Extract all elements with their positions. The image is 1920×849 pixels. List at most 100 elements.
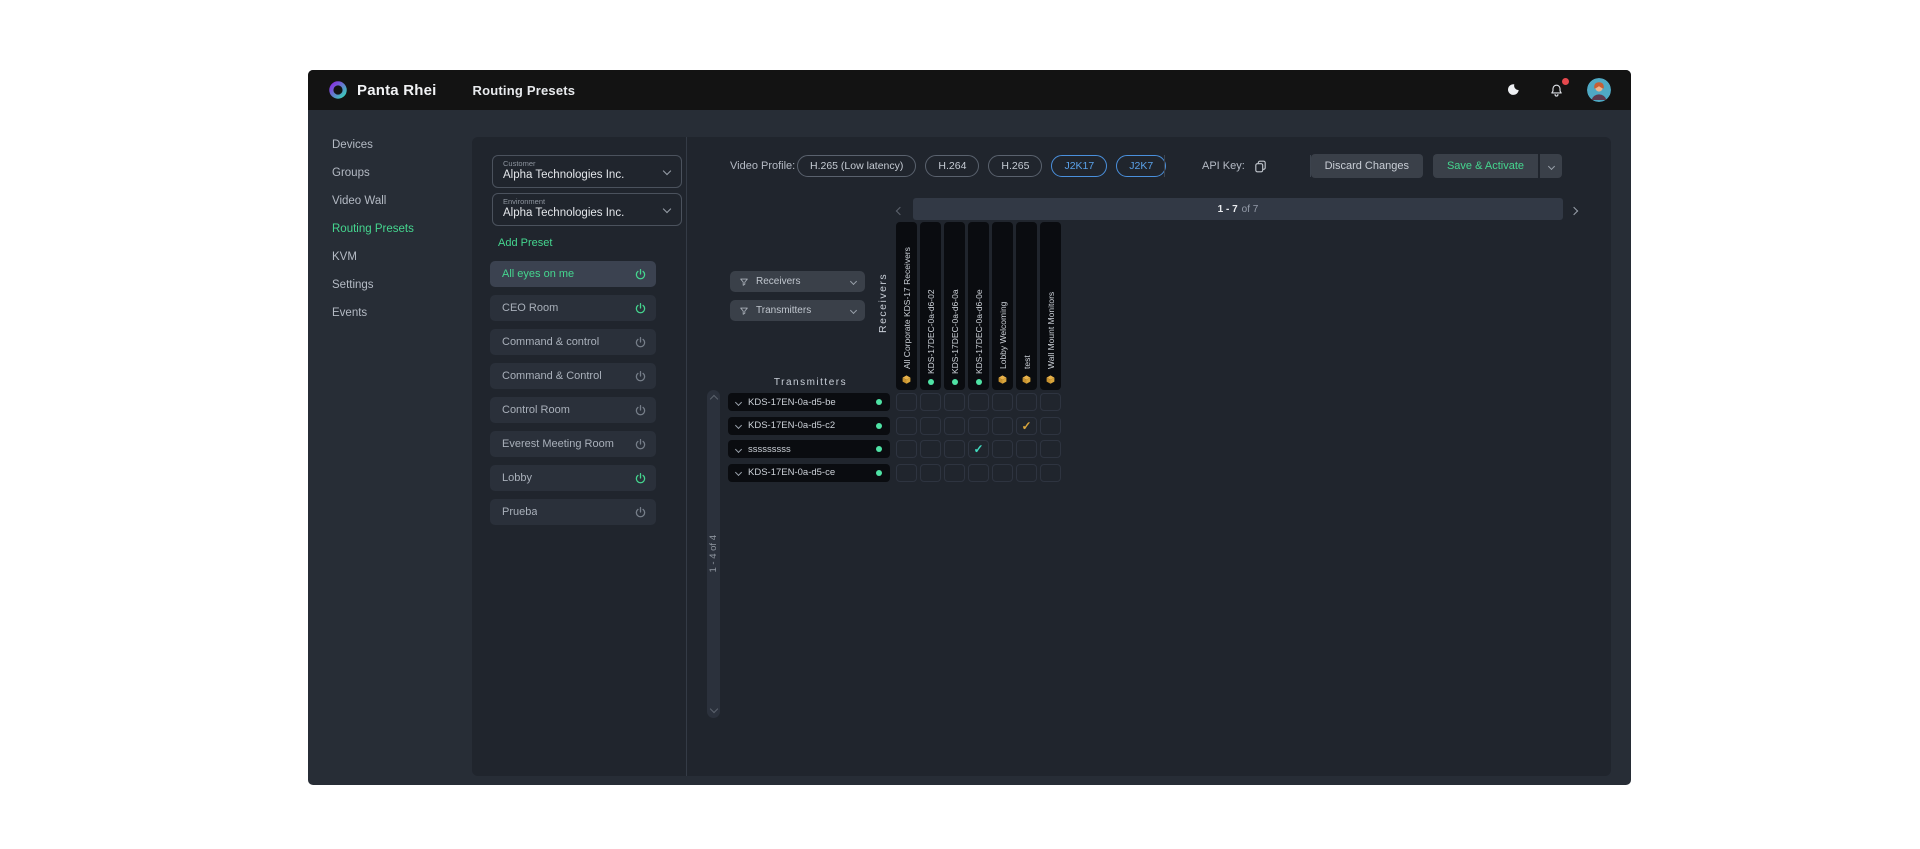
receiver-column-header[interactable]: Wall Mount Monitors <box>1040 222 1061 390</box>
transmitter-item[interactable]: KDS-17EN-0a-d5-ce <box>728 464 890 482</box>
matrix-cell[interactable] <box>1040 393 1061 411</box>
save-options-button[interactable] <box>1540 154 1562 178</box>
avatar-image <box>1587 78 1611 102</box>
preset-power-toggle[interactable] <box>634 438 647 451</box>
preset-label: CEO Room <box>502 302 558 314</box>
matrix-cell[interactable] <box>968 393 989 411</box>
matrix-cell[interactable] <box>1040 417 1061 435</box>
video-profile-chip[interactable]: H.265 <box>988 155 1042 177</box>
receiver-column-header[interactable]: All Corporate KDS-17 Receivers <box>896 222 917 390</box>
receiver-name: KDS-17DEC-0a-d6-02 <box>926 228 936 374</box>
matrix-cell[interactable] <box>944 440 965 458</box>
receiver-column-header[interactable]: Lobby Welcoming <box>992 222 1013 390</box>
preset-item[interactable]: Command & control <box>490 329 656 355</box>
receiver-column-header[interactable]: test <box>1016 222 1037 390</box>
receiver-name: KDS-17DEC-0a-d6-0a <box>950 228 960 374</box>
matrix-cell[interactable]: ✓ <box>968 440 989 458</box>
video-profile-chip[interactable]: J2K7 <box>1116 155 1166 177</box>
matrix-cell[interactable] <box>1016 464 1037 482</box>
matrix-cell[interactable] <box>920 440 941 458</box>
matrix-cell[interactable] <box>920 393 941 411</box>
matrix-cell[interactable] <box>896 440 917 458</box>
sidebar-item[interactable]: Events <box>308 299 472 327</box>
notifications-button[interactable] <box>1544 78 1568 102</box>
sidebar-item[interactable]: Video Wall <box>308 187 472 215</box>
titlebar: Panta Rhei Routing Presets <box>308 70 1631 110</box>
copy-api-key-button[interactable] <box>1253 159 1268 174</box>
add-preset-link[interactable]: Add Preset <box>498 237 552 249</box>
dark-mode-toggle[interactable] <box>1501 78 1525 102</box>
sidebar-item[interactable]: Groups <box>308 159 472 187</box>
panta-rhei-logo-icon <box>328 80 348 100</box>
sidebar-item[interactable]: Devices <box>308 131 472 159</box>
receiver-column-header[interactable]: KDS-17DEC-0a-d6-02 <box>920 222 941 390</box>
preset-label: Prueba <box>502 506 537 518</box>
matrix-cell[interactable] <box>1040 464 1061 482</box>
transmitters-filter[interactable]: Transmitters <box>730 300 865 321</box>
matrix-cell[interactable] <box>920 417 941 435</box>
matrix-cell[interactable] <box>1016 440 1037 458</box>
power-icon <box>634 472 647 485</box>
preset-item[interactable]: CEO Room <box>490 295 656 321</box>
sidebar-item[interactable]: Routing Presets <box>308 215 472 243</box>
preset-item[interactable]: Command & Control <box>490 363 656 389</box>
video-profile-chip[interactable]: J2K17 <box>1051 155 1107 177</box>
customer-select[interactable]: Customer Alpha Technologies Inc. <box>492 155 682 188</box>
preset-item[interactable]: Control Room <box>490 397 656 423</box>
preset-power-toggle[interactable] <box>634 268 647 281</box>
page-left-button[interactable] <box>897 201 903 219</box>
preset-power-toggle[interactable] <box>634 472 647 485</box>
matrix-cell[interactable] <box>944 417 965 435</box>
matrix-cell[interactable] <box>1016 393 1037 411</box>
receiver-column-header[interactable]: KDS-17DEC-0a-d6-0e <box>968 222 989 390</box>
transmitters-pagination-bar[interactable]: 1 - 4 of 4 <box>707 390 720 718</box>
preset-power-toggle[interactable] <box>634 506 647 519</box>
preset-item[interactable]: Everest Meeting Room <box>490 431 656 457</box>
matrix-cell[interactable] <box>896 393 917 411</box>
preset-power-toggle[interactable] <box>634 404 647 417</box>
save-activate-button[interactable]: Save & Activate <box>1433 154 1538 178</box>
receiver-column-header[interactable]: KDS-17DEC-0a-d6-0a <box>944 222 965 390</box>
matrix-cell[interactable] <box>992 440 1013 458</box>
customer-select-label: Customer <box>503 159 657 168</box>
matrix-cell[interactable] <box>896 464 917 482</box>
environment-select-value: Alpha Technologies Inc. <box>503 207 657 219</box>
transmitters-filter-label: Transmitters <box>756 305 811 316</box>
matrix-cell[interactable] <box>992 393 1013 411</box>
sidebar-item[interactable]: KVM <box>308 243 472 271</box>
group-icon <box>1021 374 1032 385</box>
preset-item[interactable]: All eyes on me <box>490 261 656 287</box>
receivers-filter[interactable]: Receivers <box>730 271 865 292</box>
chevron-down-icon <box>735 422 742 429</box>
preset-power-toggle[interactable] <box>634 336 647 349</box>
app-logo: Panta Rhei <box>328 80 437 100</box>
page-right-button[interactable] <box>1571 201 1577 219</box>
transmitter-item[interactable]: sssssssss <box>728 440 890 458</box>
chevron-down-icon <box>850 307 857 314</box>
video-profile-chip[interactable]: H.264 <box>925 155 979 177</box>
transmitter-item[interactable]: KDS-17EN-0a-d5-be <box>728 393 890 411</box>
video-profile-chip[interactable]: H.265 (Low latency) <box>797 155 916 177</box>
matrix-cell[interactable] <box>968 417 989 435</box>
matrix-cell[interactable] <box>944 464 965 482</box>
transmitter-item[interactable]: KDS-17EN-0a-d5-c2 <box>728 417 890 435</box>
user-avatar[interactable] <box>1587 78 1611 102</box>
receivers-pagination-bar[interactable]: 1 - 7 of 7 <box>913 198 1563 220</box>
environment-select[interactable]: Environment Alpha Technologies Inc. <box>492 193 682 226</box>
discard-changes-button[interactable]: Discard Changes <box>1311 154 1423 178</box>
preset-power-toggle[interactable] <box>634 302 647 315</box>
preset-power-toggle[interactable] <box>634 370 647 383</box>
matrix-cell[interactable] <box>992 464 1013 482</box>
matrix-cell[interactable]: ✓ <box>1016 417 1037 435</box>
sidebar-item[interactable]: Settings <box>308 271 472 299</box>
preset-item[interactable]: Prueba <box>490 499 656 525</box>
matrix-cell[interactable] <box>944 393 965 411</box>
online-status-dot <box>928 379 934 385</box>
matrix-row: KDS-17EN-0a-d5-c2 ✓ <box>728 417 1061 435</box>
matrix-cell[interactable] <box>920 464 941 482</box>
matrix-cell[interactable] <box>896 417 917 435</box>
matrix-cell[interactable] <box>968 464 989 482</box>
preset-item[interactable]: Lobby <box>490 465 656 491</box>
matrix-cell[interactable] <box>1040 440 1061 458</box>
matrix-cell[interactable] <box>992 417 1013 435</box>
